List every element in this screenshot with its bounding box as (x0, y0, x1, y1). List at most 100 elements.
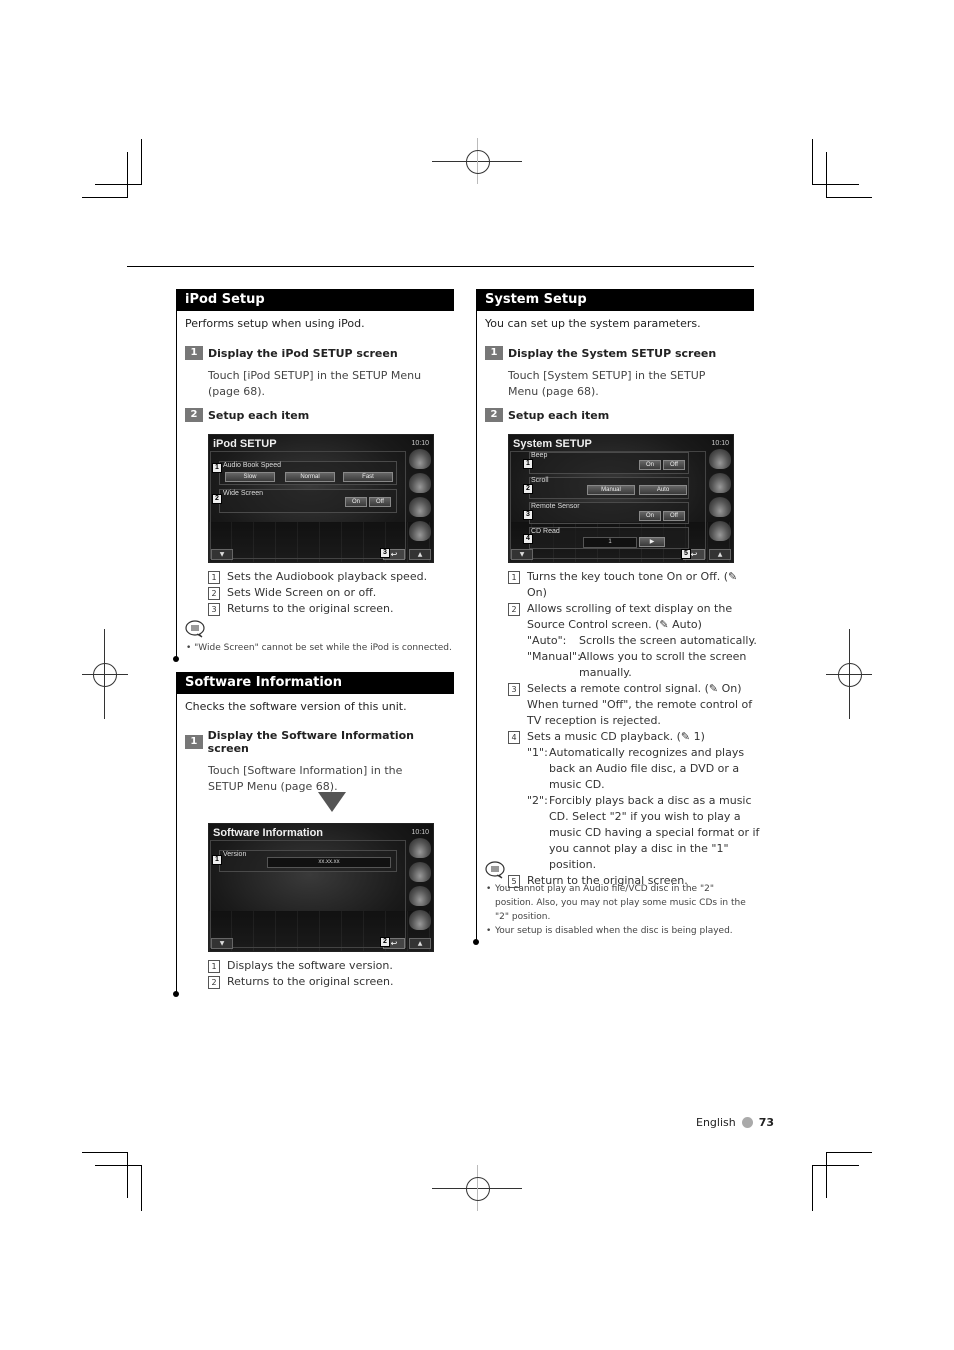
speed-fast-button[interactable]: Fast (343, 472, 393, 482)
callout-3: 3 (523, 510, 533, 520)
step-label: Display the System SETUP screen (508, 346, 717, 360)
scroll-options: "Auto": Scrolls the screen automatically.… (527, 634, 757, 679)
step-number: 1 (185, 346, 203, 360)
version-label: Version (223, 851, 247, 858)
wide-screen-label: Wide Screen (223, 490, 264, 497)
speaker-icon[interactable] (409, 497, 431, 517)
scroll-auto-button[interactable]: Auto (639, 485, 687, 495)
section-end-dot (173, 991, 179, 997)
step-1: 1 Display the Software Information scree… (185, 729, 454, 755)
bullet-dot-icon (741, 1117, 753, 1128)
callout-4: 4 (523, 534, 533, 544)
note-icon (485, 861, 505, 879)
software-item-list: 1 Displays the software version. 2 Returns… (208, 958, 458, 990)
step-number: 1 (485, 346, 503, 360)
section-title: Software Information (176, 672, 454, 694)
step-1: 1 Display the System SETUP screen (485, 346, 754, 360)
screen-title: iPod SETUP (213, 438, 277, 450)
callout-3: 3 (380, 548, 390, 558)
beep-off-button[interactable]: Off (663, 460, 685, 470)
step-2: 2 Setup each item (485, 408, 754, 422)
beep-on-button[interactable]: On (639, 460, 661, 470)
step-number: 1 (185, 735, 203, 749)
beep-label: Beep (531, 452, 548, 459)
ipod-item-list: 1 Sets the Audiobook playback speed. 2 Set… (208, 569, 458, 617)
menu-icon[interactable] (709, 449, 731, 469)
scroll-down-button[interactable]: ▼ (211, 549, 233, 560)
scroll-manual-button[interactable]: Manual (587, 485, 635, 495)
callout-1: 1 (212, 463, 222, 473)
wide-on-button[interactable]: On (345, 497, 367, 507)
list-item: 3 Returns to the original screen. (208, 601, 458, 617)
media-icon[interactable] (409, 473, 431, 493)
setup-icon[interactable] (709, 521, 731, 541)
cd-read-label: CD Read (531, 528, 560, 535)
setup-icon[interactable] (409, 521, 431, 541)
remote-sensor-label: Remote Sensor (531, 503, 580, 510)
screen-title: System SETUP (513, 438, 592, 450)
media-icon[interactable] (409, 862, 431, 882)
remote-off-button[interactable]: Off (663, 511, 685, 521)
list-item: 1 Displays the software version. (208, 958, 458, 974)
step-number: 2 (485, 408, 503, 422)
step-1: 1 Display the iPod SETUP screen (185, 346, 454, 360)
speaker-icon[interactable] (409, 886, 431, 906)
scroll-down-button[interactable]: ▼ (511, 549, 533, 560)
list-item: 3 Selects a remote control signal. (✎ On)… (508, 681, 760, 729)
callout-2: 2 (380, 937, 390, 947)
scroll-up-button[interactable]: ▲ (409, 549, 431, 560)
step-label: Display the Software Information screen (207, 729, 415, 755)
scroll-label: Scroll (531, 477, 549, 484)
list-item: 4 Sets a music CD playback. (✎ 1) (508, 729, 760, 745)
speed-normal-button[interactable]: Normal (285, 472, 335, 482)
section-end-dot (173, 656, 179, 662)
software-info-screen: Software Information 10:10 Version xx.xx… (208, 823, 434, 952)
system-setup-screen: System SETUP 10:10 Beep On Off Scroll Ma… (508, 434, 734, 563)
list-item: 2 Allows scrolling of text display on the… (508, 601, 760, 633)
callout-1: 1 (212, 855, 222, 865)
screen-title: Software Information (213, 827, 324, 839)
audiobook-label: Audio Book Speed (223, 462, 281, 469)
cd-read-options: "1": Automatically recognizes and plays b… (527, 746, 760, 871)
clock: 10:10 (411, 829, 429, 836)
down-arrow-icon (318, 792, 346, 812)
callout-2: 2 (523, 484, 533, 494)
media-icon[interactable] (709, 473, 731, 493)
list-item: 2 Sets Wide Screen on or off. (208, 585, 458, 601)
scroll-up-button[interactable]: ▲ (709, 549, 731, 560)
menu-icon[interactable] (409, 449, 431, 469)
software-info-section: Software Information Checks the software… (176, 672, 454, 795)
cd-read-value: 1 (583, 537, 637, 548)
system-item-list: 1 Turns the key touch tone On or Off. (✎ … (508, 569, 760, 889)
section-title: System Setup (476, 289, 754, 311)
step-description: Touch [iPod SETUP] in the SETUP Menu (pa… (208, 369, 422, 398)
step-label: Setup each item (508, 408, 610, 422)
ipod-note: • "Wide Screen" cannot be set while the … (186, 643, 452, 653)
menu-icon[interactable] (409, 838, 431, 858)
list-item: 2 Returns to the original screen. (208, 974, 458, 990)
clock: 10:10 (711, 440, 729, 447)
section-intro: Performs setup when using iPod. (185, 317, 365, 330)
section-end-dot (473, 939, 479, 945)
wide-off-button[interactable]: Off (369, 497, 391, 507)
language-label: English (696, 1116, 736, 1129)
ipod-setup-section: iPod Setup Performs setup when using iPo… (176, 289, 454, 422)
scroll-down-button[interactable]: ▼ (211, 938, 233, 949)
remote-on-button[interactable]: On (639, 511, 661, 521)
section-title: iPod Setup (176, 289, 454, 311)
cd-read-next-button[interactable]: ▶ (639, 537, 665, 547)
note-icon (185, 620, 205, 638)
system-setup-section: System Setup You can set up the system p… (476, 289, 754, 422)
step-label: Display the iPod SETUP screen (208, 346, 398, 360)
step-description: Touch [System SETUP] in the SETUP Menu (… (508, 369, 706, 398)
version-value: xx.xx.xx (267, 857, 391, 868)
setup-icon[interactable] (409, 910, 431, 930)
callout-5: 5 (681, 549, 691, 559)
ipod-setup-screen: iPod SETUP 10:10 Audio Book Speed Slow N… (208, 434, 434, 563)
system-notes: • You cannot play an Audio file/VCD disc … (486, 884, 746, 936)
scroll-up-button[interactable]: ▲ (409, 938, 431, 949)
speaker-icon[interactable] (709, 497, 731, 517)
speed-slow-button[interactable]: Slow (225, 472, 275, 482)
step-2: 2 Setup each item (185, 408, 454, 422)
step-label: Setup each item (208, 408, 310, 422)
